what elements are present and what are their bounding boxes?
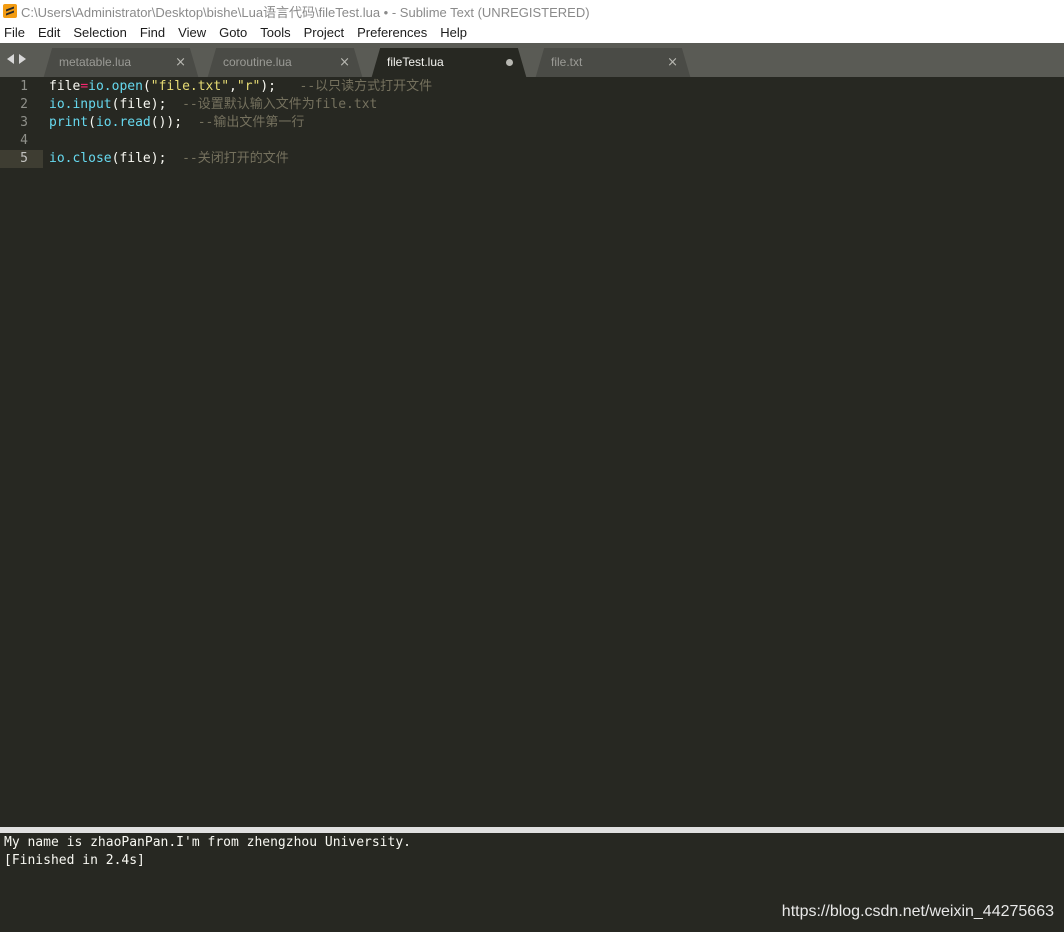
line-number: 3: [20, 115, 28, 130]
code-token: =: [80, 79, 89, 94]
menu-edit[interactable]: Edit: [32, 22, 67, 43]
tab-metatable-lua[interactable]: metatable.lua ×: [37, 48, 205, 77]
line-number: 2: [20, 97, 28, 112]
code-token: file: [49, 79, 81, 94]
code-token: io.close: [49, 151, 112, 166]
menu-view[interactable]: View: [172, 22, 213, 43]
tab-bar: metatable.lua × coroutine.lua × file.txt…: [0, 43, 1064, 77]
code-token: ,: [229, 79, 237, 94]
close-icon[interactable]: ×: [175, 48, 186, 77]
output-line: [Finished in 2.4s]: [4, 853, 145, 868]
code-comment: --设置默认输入文件为file.txt: [182, 97, 378, 112]
watermark-text: https://blog.csdn.net/weixin_44275663: [781, 903, 1054, 920]
code-line[interactable]: 1 file=io.open("file.txt","r"); --以只读方式打…: [0, 78, 1064, 96]
code-token: io.read: [95, 115, 151, 130]
code-line[interactable]: 3 print(io.read()); --输出文件第一行: [0, 114, 1064, 132]
output-line: My name is zhaoPanPan.I'm from zhengzhou…: [4, 835, 411, 850]
line-number: 1: [20, 79, 28, 94]
code-token: (: [88, 115, 96, 130]
code-token: "file.txt": [150, 79, 230, 94]
code-comment: --输出文件第一行: [197, 115, 305, 130]
code-token: print: [49, 115, 89, 130]
menu-tools[interactable]: Tools: [254, 22, 297, 43]
tab-label: coroutine.lua: [223, 55, 292, 69]
code-token: "r": [236, 79, 261, 94]
code-comment: --以只读方式打开文件: [299, 79, 433, 94]
line-number: 5: [0, 150, 43, 168]
code-line-current[interactable]: 5 io.close(file); --关闭打开的文件: [0, 150, 1064, 168]
code-text: io.input(file); --设置默认输入文件为file.txt: [49, 96, 377, 114]
tab-coroutine-lua[interactable]: coroutine.lua ×: [201, 48, 369, 77]
menu-help[interactable]: Help: [434, 22, 474, 43]
code-text: print(io.read()); --输出文件第一行: [49, 114, 304, 132]
tab-navigation: [7, 54, 26, 64]
menu-project[interactable]: Project: [298, 22, 351, 43]
tab-scroll-right-icon[interactable]: [19, 54, 26, 64]
code-token: io.open: [88, 79, 143, 94]
tab-label: metatable.lua: [59, 55, 132, 69]
menu-bar: File Edit Selection Find View Goto Tools…: [0, 22, 1064, 43]
code-editor[interactable]: 1 file=io.open("file.txt","r"); --以只读方式打…: [0, 77, 1064, 827]
menu-preferences[interactable]: Preferences: [351, 22, 434, 43]
sublime-text-icon: [3, 4, 17, 18]
code-comment: --关闭打开的文件: [182, 151, 289, 166]
menu-find[interactable]: Find: [134, 22, 172, 43]
code-token: (file);: [111, 151, 183, 166]
tab-filetest-lua[interactable]: fileTest.lua: [365, 48, 533, 77]
tab-label: file.txt: [551, 55, 583, 69]
code-text: file=io.open("file.txt","r"); --以只读方式打开文…: [49, 78, 432, 96]
menu-selection[interactable]: Selection: [67, 22, 133, 43]
tab-file-txt[interactable]: file.txt ×: [529, 48, 697, 77]
tab-label: fileTest.lua: [387, 55, 444, 69]
code-line[interactable]: 4: [0, 132, 1064, 150]
menu-file[interactable]: File: [0, 22, 32, 43]
tab-scroll-left-icon[interactable]: [7, 54, 14, 64]
window-title: C:\Users\Administrator\Desktop\bishe\Lua…: [21, 4, 590, 20]
code-text: io.close(file); --关闭打开的文件: [49, 150, 289, 168]
code-token: (file);: [111, 97, 183, 112]
line-number: 4: [20, 133, 28, 148]
code-token: (: [142, 79, 151, 94]
code-token: ());: [150, 115, 198, 130]
close-icon[interactable]: ×: [339, 48, 350, 77]
menu-goto[interactable]: Goto: [213, 22, 254, 43]
code-token: );: [260, 79, 300, 94]
close-icon[interactable]: ×: [667, 48, 678, 77]
code-line[interactable]: 2 io.input(file); --设置默认输入文件为file.txt: [0, 96, 1064, 114]
code-token: io.input: [49, 97, 112, 112]
modified-dot-icon[interactable]: [506, 59, 513, 66]
title-bar: C:\Users\Administrator\Desktop\bishe\Lua…: [0, 0, 1064, 22]
